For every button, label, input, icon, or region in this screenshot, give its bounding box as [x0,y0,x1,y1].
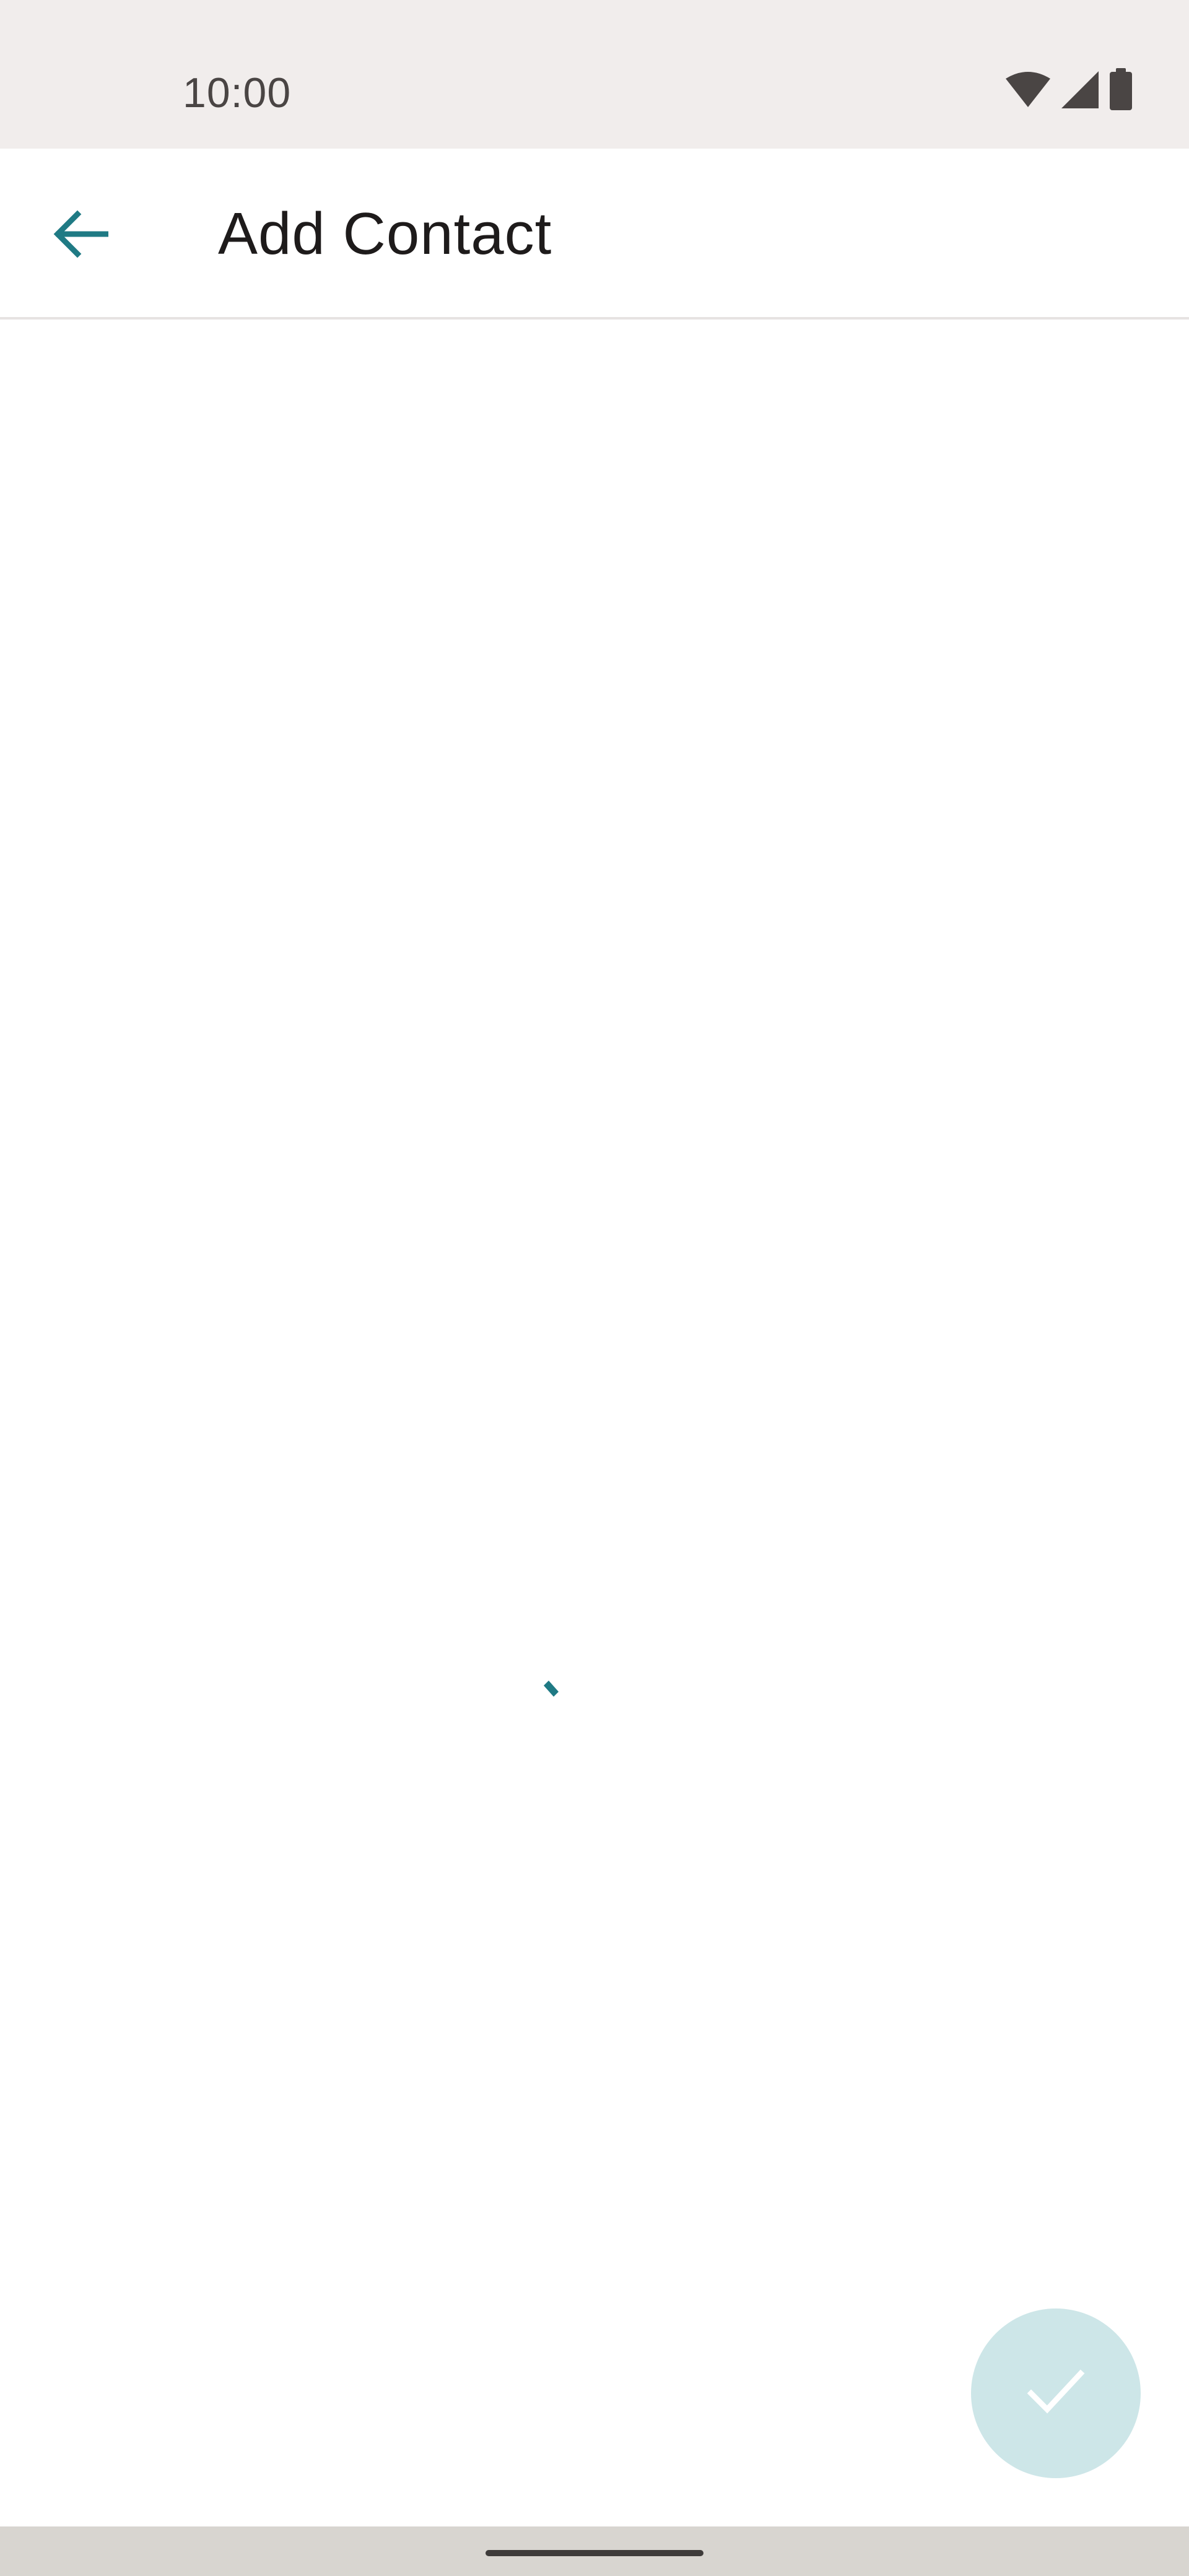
home-gesture-handle[interactable] [486,2550,703,2556]
arrow-left-icon [53,209,109,262]
contact-form-area [0,320,1189,2526]
app-bar: Add Contact [0,149,1189,320]
check-icon [1026,2367,1086,2420]
navigation-bar [0,2526,1189,2576]
page-title: Add Contact [218,201,552,267]
save-contact-button[interactable] [971,2308,1141,2478]
loading-spinner-icon [540,1678,561,1699]
battery-icon [1108,68,1133,111]
status-time: 10:00 [183,69,292,116]
cellular-signal-icon [1060,70,1100,110]
status-bar: 10:00 [0,0,1189,149]
status-icons [1004,68,1133,111]
wifi-icon [1004,71,1052,108]
back-button[interactable] [37,192,124,279]
